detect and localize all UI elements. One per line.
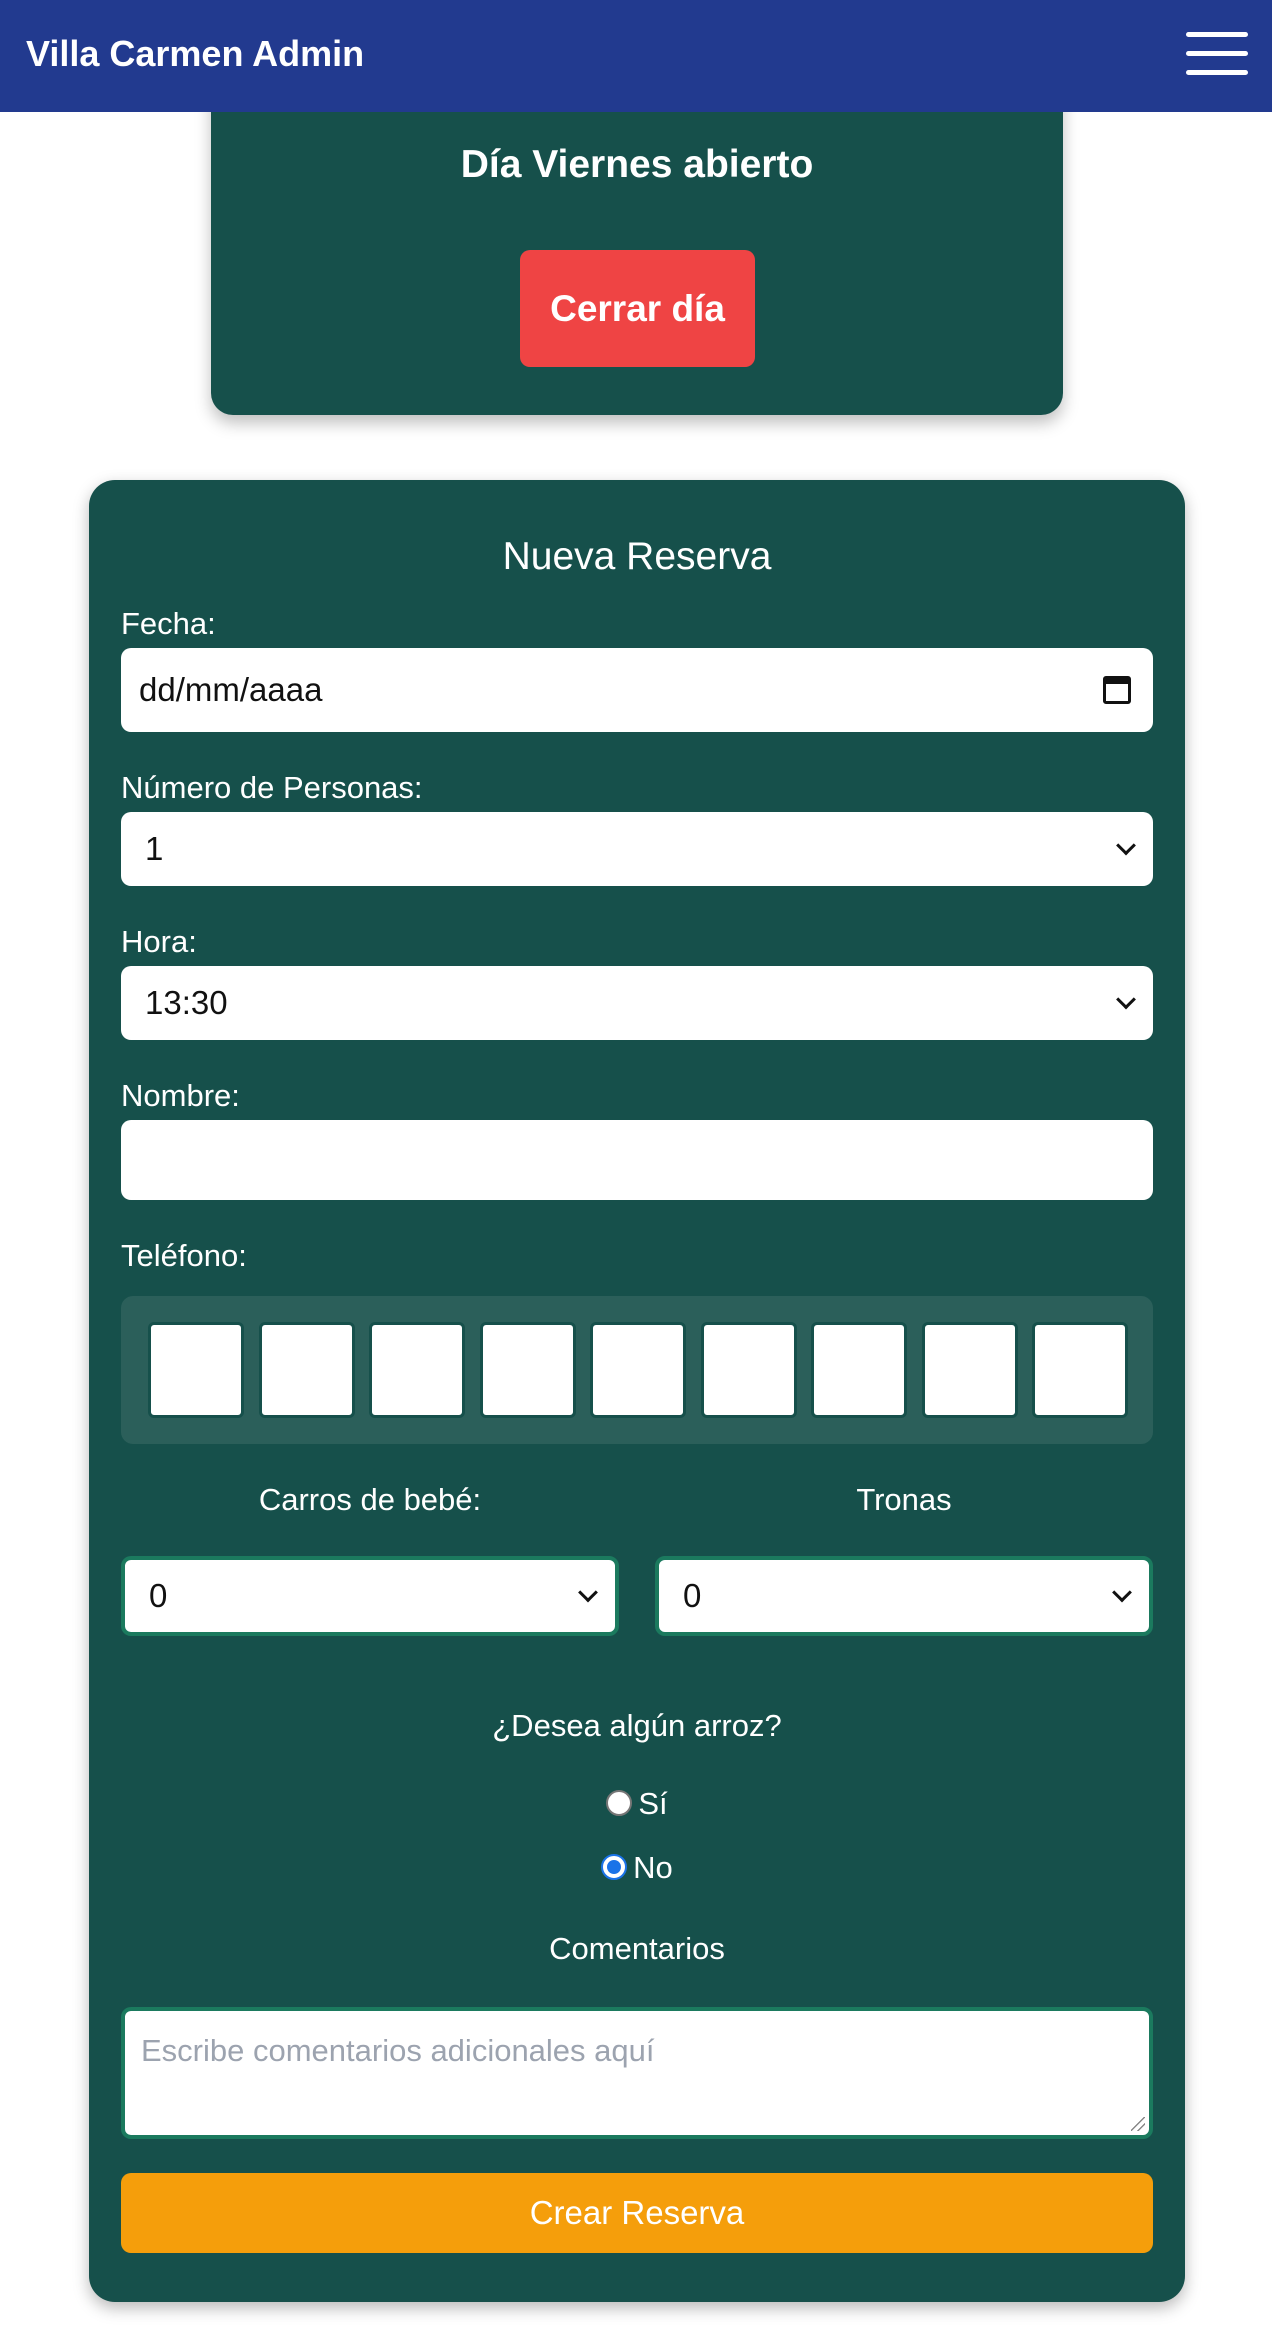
rice-option-yes[interactable]: Sí [89,1784,1185,1824]
people-select[interactable]: 1 [121,812,1153,886]
high-chairs-label: Tronas [856,1482,952,1517]
phone-digits-group [121,1296,1153,1444]
name-input[interactable] [121,1120,1153,1200]
app-title: Villa Carmen Admin [26,33,365,74]
rice-question: ¿Desea algún arroz? [492,1708,782,1743]
resize-grip-icon[interactable] [1131,2117,1145,2131]
name-label: Nombre: [121,1078,240,1113]
date-input[interactable]: dd/mm/aaaa [121,648,1153,732]
phone-digit-input[interactable] [701,1322,797,1418]
phone-label: Teléfono: [121,1238,247,1273]
phone-digit-input[interactable] [922,1322,1018,1418]
time-label: Hora: [121,924,197,959]
strollers-select[interactable]: 0 [121,1556,619,1636]
high-chairs-select[interactable]: 0 [655,1556,1153,1636]
strollers-label: Carros de bebé: [258,1482,482,1517]
time-value: 13:30 [145,984,228,1021]
phone-digit-input[interactable] [811,1322,907,1418]
phone-digit-input[interactable] [590,1322,686,1418]
chevron-down-icon [1112,1582,1132,1603]
new-reservation-form: Nueva Reserva Fecha: dd/mm/aaaa Número d… [89,480,1185,2302]
date-label: Fecha: [121,606,216,641]
phone-digit-input[interactable] [259,1322,355,1418]
radio-no[interactable] [601,1853,628,1880]
comments-placeholder: Escribe comentarios adicionales aquí [141,2033,655,2068]
hamburger-menu-icon[interactable] [1186,30,1248,78]
comments-textarea[interactable]: Escribe comentarios adicionales aquí [121,2007,1153,2139]
create-reservation-button[interactable]: Crear Reserva [121,2173,1153,2253]
high-chairs-value: 0 [683,1577,702,1614]
people-value: 1 [145,830,164,867]
chevron-down-icon [1116,835,1136,856]
day-status-title: Día Viernes abierto [460,143,814,186]
chevron-down-icon [1116,989,1136,1010]
rice-option-yes-label: Sí [638,1786,668,1821]
phone-digit-input[interactable] [1032,1322,1128,1418]
phone-digit-input[interactable] [480,1322,576,1418]
close-day-button[interactable]: Cerrar día [520,250,755,367]
form-title: Nueva Reserva [502,535,772,578]
comments-label: Comentarios [549,1931,725,1966]
rice-option-no-label: No [633,1850,673,1885]
top-navbar: Villa Carmen Admin [0,0,1272,112]
radio-yes[interactable] [606,1789,633,1816]
calendar-icon[interactable] [1103,676,1131,704]
time-select[interactable]: 13:30 [121,966,1153,1040]
phone-digit-input[interactable] [148,1322,244,1418]
date-value: dd/mm/aaaa [139,671,323,708]
people-label: Número de Personas: [121,770,423,805]
strollers-value: 0 [149,1577,168,1614]
rice-option-no[interactable]: No [89,1848,1185,1888]
phone-digit-input[interactable] [369,1322,465,1418]
chevron-down-icon [578,1582,598,1603]
